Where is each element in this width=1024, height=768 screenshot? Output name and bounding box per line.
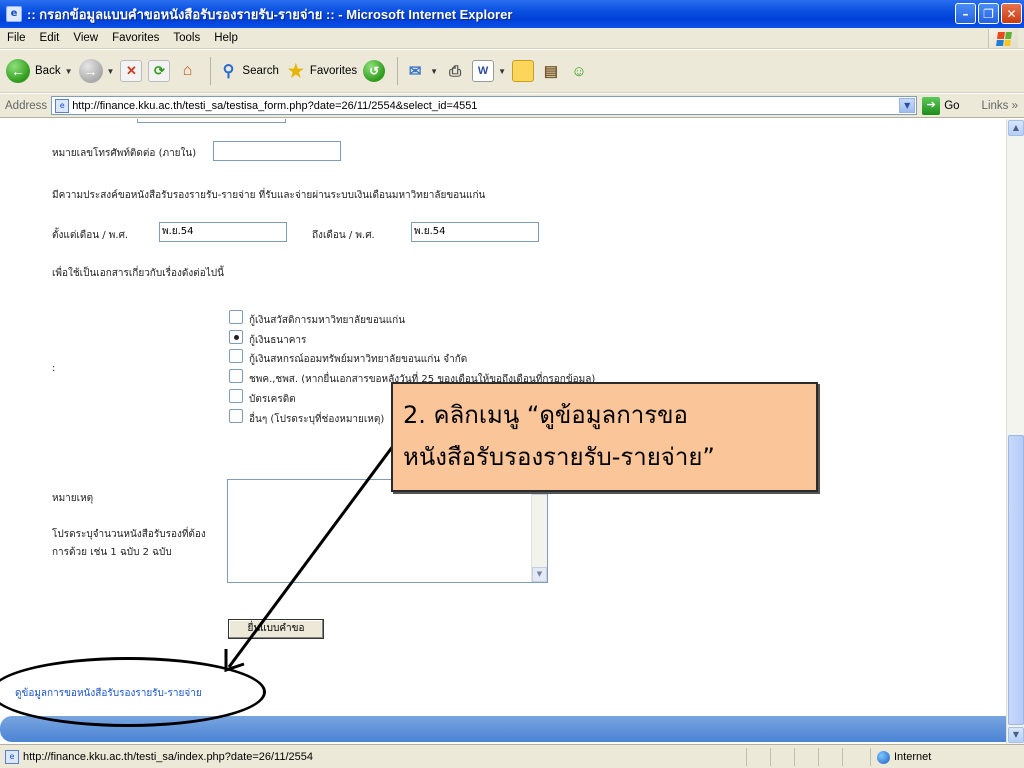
- address-url[interactable]: http://finance.kku.ac.th/testi_sa/testis…: [72, 100, 477, 112]
- scroll-down-icon[interactable]: ▼: [1008, 727, 1024, 743]
- status-text: http://finance.kku.ac.th/testi_sa/index.…: [23, 750, 313, 763]
- toolbar-separator: [397, 57, 399, 85]
- menu-help[interactable]: Help: [207, 32, 245, 44]
- refresh-button[interactable]: ⟳: [148, 60, 171, 82]
- menu-file[interactable]: File: [0, 32, 33, 44]
- research-icon: ▤: [543, 63, 559, 80]
- address-label: Address: [5, 99, 48, 112]
- zone-label: Internet: [894, 751, 932, 763]
- address-bar: Address e http://finance.kku.ac.th/testi…: [0, 94, 1024, 118]
- globe-icon: [877, 750, 890, 764]
- printer-icon: ⎙: [449, 62, 462, 80]
- title-bar: e :: กรอกข้อมูลแบบคำขอหนังสือรับรองรายรั…: [0, 0, 1024, 28]
- word-icon: W: [472, 60, 495, 82]
- close-button[interactable]: ✕: [1001, 3, 1022, 24]
- chevron-down-icon: ▼: [498, 66, 506, 76]
- vertical-scrollbar[interactable]: ▲ ▼: [1006, 119, 1024, 744]
- print-button[interactable]: ⎙: [444, 60, 466, 82]
- mail-icon: ✉: [408, 63, 422, 80]
- menu-edit[interactable]: Edit: [33, 32, 67, 44]
- page-icon: e: [5, 749, 19, 764]
- search-icon: ⚲: [222, 63, 235, 80]
- menu-bar: File Edit View Favorites Tools Help: [0, 28, 1024, 49]
- menu-favorites[interactable]: Favorites: [105, 32, 166, 44]
- search-button[interactable]: ⚲ Search: [217, 60, 279, 82]
- chevron-down-icon: ▼: [106, 66, 115, 76]
- home-button[interactable]: ⌂: [176, 60, 198, 82]
- menu-tools[interactable]: Tools: [166, 32, 207, 44]
- star-icon: ★: [287, 60, 304, 81]
- scroll-up-icon[interactable]: ▲: [1008, 120, 1024, 136]
- favorites-label: Favorites: [309, 65, 358, 77]
- toolbar-separator: [210, 57, 212, 85]
- folder-icon: [512, 60, 534, 82]
- window-title: :: กรอกข้อมูลแบบคำขอหนังสือรับรองรายรับ-…: [27, 6, 513, 22]
- status-bar: e http://finance.kku.ac.th/testi_sa/inde…: [0, 744, 1024, 768]
- links-button[interactable]: Links »: [982, 100, 1018, 112]
- stop-button[interactable]: ✕: [120, 60, 143, 82]
- window-controls: – ❐ ✕: [955, 3, 1022, 24]
- forward-button[interactable]: → ▼: [78, 59, 115, 83]
- callout-line-2: หนังสือรับรองรายรับ-รายจ่าย”: [403, 443, 715, 471]
- callout-line-1: 2. คลิกเมนู “ดูข้อมูลการขอ: [403, 401, 688, 429]
- ie-icon: e: [6, 6, 22, 22]
- links-label: Links: [981, 99, 1009, 112]
- history-icon: ↺: [363, 60, 386, 82]
- messenger-button[interactable]: ☺: [568, 60, 590, 82]
- back-label: Back: [35, 65, 61, 77]
- back-arrow-icon: ←: [6, 59, 30, 83]
- back-button[interactable]: ← Back ▼: [6, 59, 73, 83]
- scrollbar-thumb[interactable]: [1008, 435, 1024, 725]
- edit-button[interactable]: W ▼: [472, 60, 506, 82]
- research-button[interactable]: ▤: [540, 60, 562, 82]
- security-zone: Internet: [870, 748, 931, 766]
- home-icon: ⌂: [182, 62, 193, 79]
- chevron-down-icon: ▼: [64, 66, 73, 76]
- discuss-button[interactable]: [512, 60, 534, 82]
- go-arrow-icon: ➔: [922, 96, 941, 115]
- search-label: Search: [242, 65, 279, 77]
- toolbar: ← Back ▼ → ▼ ✕ ⟳ ⌂ ⚲ Search ★ Favorites …: [0, 50, 1024, 93]
- minimize-button[interactable]: –: [955, 3, 976, 24]
- stop-icon: ✕: [120, 60, 143, 82]
- messenger-icon: ☺: [571, 62, 587, 80]
- status-cells: [746, 748, 866, 766]
- mail-button[interactable]: ✉ ▼: [404, 60, 438, 82]
- refresh-icon: ⟳: [148, 60, 171, 82]
- instruction-callout: 2. คลิกเมนู “ดูข้อมูลการขอ หนังสือรับรอง…: [391, 382, 818, 492]
- go-label: Go: [944, 99, 960, 112]
- page-content: หมายเลขโทรศัพท์ติดต่อ (ภายใน) มีความประส…: [0, 119, 1006, 744]
- address-input[interactable]: e http://finance.kku.ac.th/testi_sa/test…: [51, 96, 918, 115]
- go-button[interactable]: ➔ Go: [922, 96, 960, 115]
- forward-arrow-icon: →: [78, 59, 103, 83]
- restore-button[interactable]: ❐: [978, 3, 999, 24]
- favorites-button[interactable]: ★ Favorites: [285, 60, 357, 82]
- chevron-down-icon[interactable]: ▼: [899, 98, 916, 113]
- chevron-down-icon: ▼: [430, 66, 439, 76]
- menu-view[interactable]: View: [66, 32, 105, 44]
- page-icon: e: [55, 98, 70, 113]
- windows-logo-icon: [988, 29, 1018, 48]
- history-button[interactable]: ↺: [363, 60, 386, 82]
